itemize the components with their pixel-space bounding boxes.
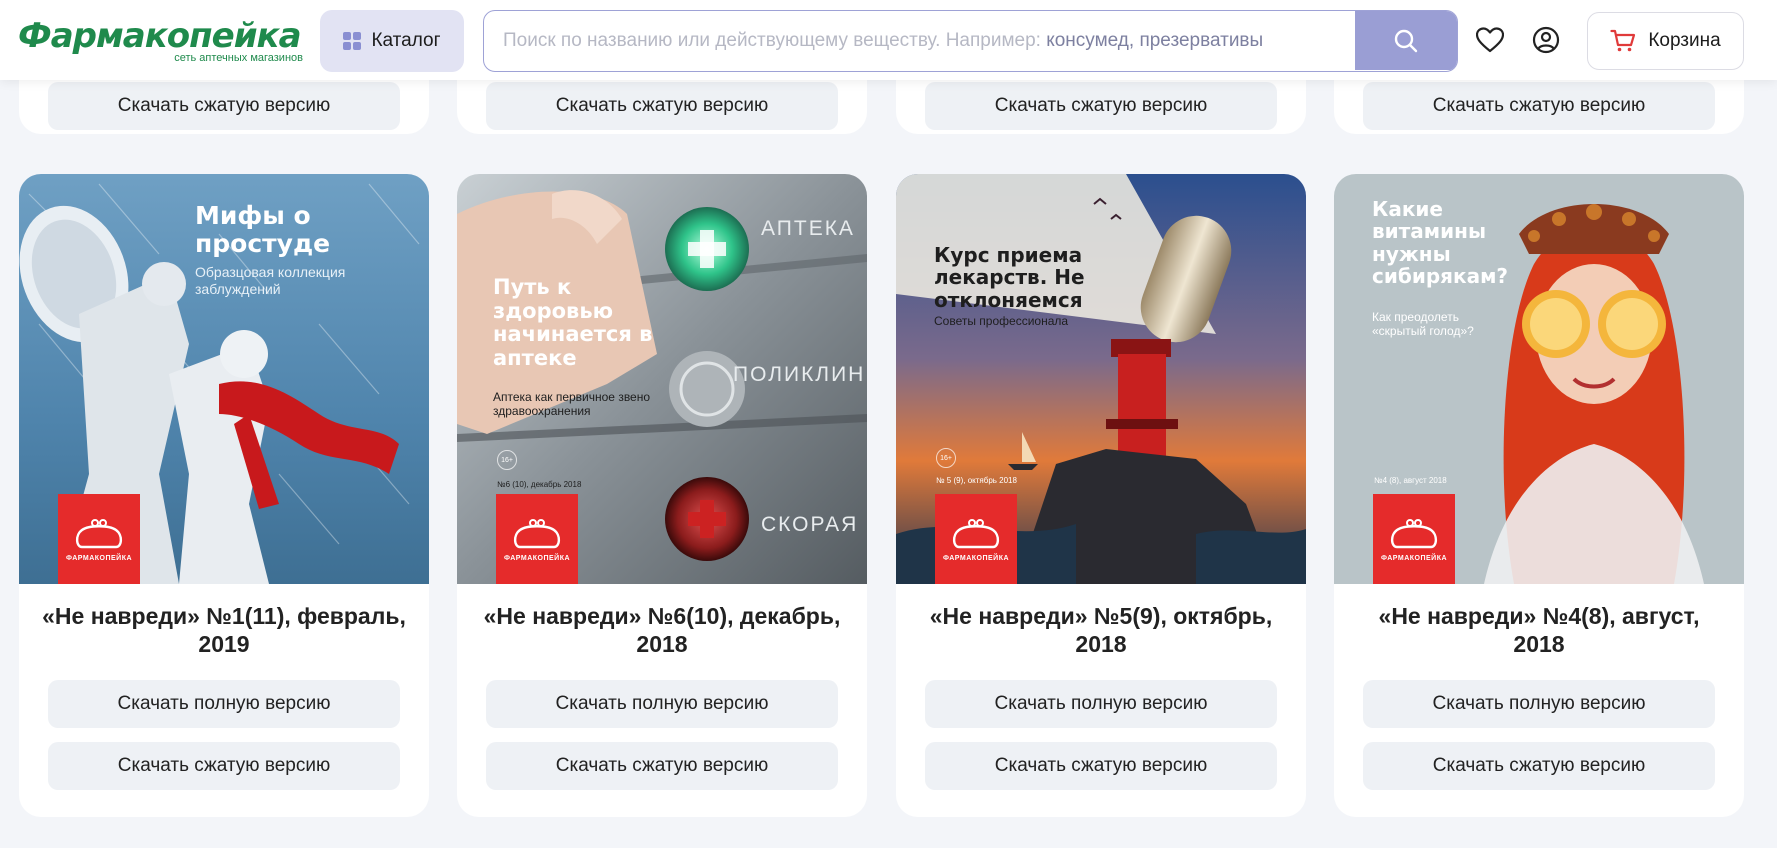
download-full-button[interactable]: Скачать полную версию bbox=[48, 680, 400, 728]
purse-icon bbox=[1390, 518, 1438, 548]
purse-icon bbox=[513, 518, 561, 548]
cover-subtitle: Образцовая коллекция заблуждений bbox=[195, 264, 346, 297]
download-compressed-button[interactable]: Скачать сжатую версию bbox=[1363, 82, 1715, 130]
brand-badge: ФАРМАКОПЕЙКА bbox=[58, 494, 140, 584]
download-full-button[interactable]: Скачать полную версию bbox=[1363, 680, 1715, 728]
catalog-button[interactable]: Каталог bbox=[320, 10, 464, 72]
cover-label: АПТЕКА bbox=[761, 217, 855, 240]
download-compressed-button[interactable]: Скачать сжатую версию bbox=[925, 742, 1277, 790]
issue-label: №6 (10), декабрь 2018 bbox=[497, 480, 582, 489]
cover-subtitle: Советы профессионала bbox=[934, 314, 1069, 328]
brand-badge-text: ФАРМАКОПЕЙКА bbox=[942, 554, 1010, 562]
download-compressed-button[interactable]: Скачать сжатую версию bbox=[486, 82, 838, 130]
magazine-card: Какие витамины нужны сибирякам? Как прео… bbox=[1334, 174, 1744, 817]
magazine-title: «Не навреди» №4(8), август, 2018 bbox=[1378, 603, 1700, 657]
download-full-button[interactable]: Скачать полную версию bbox=[925, 680, 1277, 728]
cart-button[interactable]: Корзина bbox=[1587, 12, 1744, 70]
search-bar: Поиск по названию или действующему вещес… bbox=[483, 10, 1458, 72]
site-header: Фармакопейка сеть аптечных магазинов Кат… bbox=[0, 0, 1777, 80]
magazine-card: Путь к здоровью начинается в аптеке Апте… bbox=[457, 174, 867, 817]
logo-text: Фармакопейка bbox=[18, 16, 302, 56]
search-input[interactable] bbox=[484, 11, 1357, 70]
favorites-button[interactable] bbox=[1472, 22, 1508, 58]
magazine-cover[interactable]: Путь к здоровью начинается в аптеке Апте… bbox=[457, 174, 867, 584]
magazine-card: Мифы о простуде Образцовая коллекция заб… bbox=[19, 174, 429, 817]
magazine-cover[interactable]: Какие витамины нужны сибирякам? Как прео… bbox=[1334, 174, 1744, 584]
cart-label: Корзина bbox=[1648, 30, 1721, 51]
download-compressed-button[interactable]: Скачать сжатую версию bbox=[925, 82, 1277, 130]
brand-badge: ФАРМАКОПЕЙКА bbox=[935, 494, 1017, 584]
cover-subtitle: Аптека как первичное звено здравоохранен… bbox=[493, 390, 651, 419]
magazine-cover[interactable]: Мифы о простуде Образцовая коллекция заб… bbox=[19, 174, 429, 584]
purse-icon bbox=[952, 518, 1000, 548]
brand-badge-text: ФАРМАКОПЕЙКА bbox=[503, 554, 571, 562]
cover-headline: Путь к здоровью начинается в аптеке bbox=[493, 275, 653, 370]
download-compressed-button[interactable]: Скачать сжатую версию bbox=[48, 82, 400, 130]
download-compressed-button[interactable]: Скачать сжатую версию bbox=[1363, 742, 1715, 790]
user-icon bbox=[1532, 26, 1560, 54]
issue-label: №4 (8), август 2018 bbox=[1374, 476, 1447, 485]
magazine-cover[interactable]: Курс приема лекарств. Не отклоняемся Сов… bbox=[896, 174, 1306, 584]
brand-badge: ФАРМАКОПЕЙКА bbox=[1373, 494, 1455, 584]
cover-headline: Курс приема лекарств. Не отклоняемся bbox=[934, 243, 1085, 312]
cover-subtitle: Как преодолеть «скрытый голод»? bbox=[1372, 310, 1474, 339]
logo-subtitle: сеть аптечных магазинов bbox=[174, 52, 303, 64]
cart-icon bbox=[1610, 29, 1636, 52]
download-compressed-button[interactable]: Скачать сжатую версию bbox=[486, 742, 838, 790]
issue-label: № 5 (9), октябрь 2018 bbox=[936, 476, 1017, 485]
search-button[interactable] bbox=[1355, 11, 1457, 70]
brand-badge-text: ФАРМАКОПЕЙКА bbox=[1380, 554, 1448, 562]
cover-headline: Мифы о простуде bbox=[195, 201, 331, 258]
catalog-label: Каталог bbox=[371, 30, 441, 51]
profile-button[interactable] bbox=[1528, 22, 1564, 58]
magazine-title: «Не навреди» №5(9), октябрь, 2018 bbox=[929, 603, 1273, 657]
search-icon bbox=[1394, 29, 1418, 52]
brand-badge: ФАРМАКОПЕЙКА bbox=[496, 494, 578, 584]
age-rating: 16+ bbox=[936, 448, 956, 468]
logo[interactable]: Фармакопейка сеть аптечных магазинов bbox=[18, 17, 303, 67]
cover-headline: Какие витамины нужны сибирякам? bbox=[1372, 197, 1509, 289]
magazine-card: Курс приема лекарств. Не отклоняемся Сов… bbox=[896, 174, 1306, 817]
brand-badge-text: ФАРМАКОПЕЙКА bbox=[65, 554, 133, 562]
heart-icon bbox=[1476, 27, 1504, 53]
magazine-title: «Не навреди» №6(10), декабрь, 2018 bbox=[483, 603, 841, 657]
download-full-button[interactable]: Скачать полную версию bbox=[486, 680, 838, 728]
purse-icon bbox=[75, 518, 123, 548]
cover-label: СКОРАЯ bbox=[761, 513, 859, 536]
magazine-title: «Не навреди» №1(11), февраль, 2019 bbox=[42, 603, 406, 657]
download-compressed-button[interactable]: Скачать сжатую версию bbox=[48, 742, 400, 790]
cover-label: ПОЛИКЛИН bbox=[733, 363, 866, 386]
age-rating: 16+ bbox=[497, 450, 517, 470]
grid-icon bbox=[343, 32, 362, 50]
